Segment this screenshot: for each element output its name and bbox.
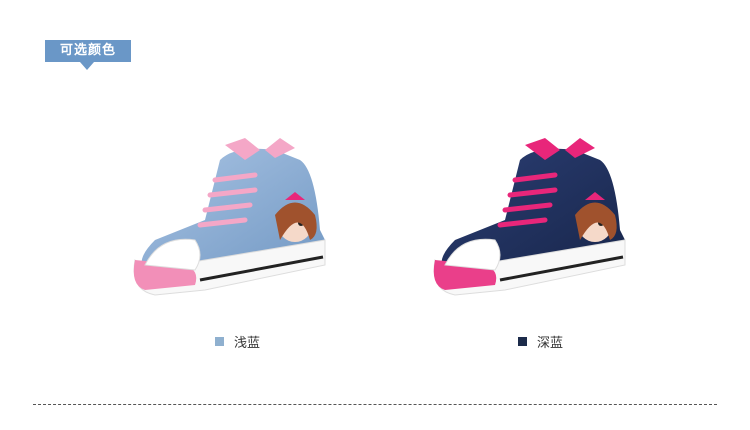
shoe-illustration-dark-blue [433, 138, 626, 296]
tag-pointer [80, 62, 94, 70]
shoe-image-dark-blue[interactable] [425, 120, 635, 320]
shoe-illustration-light-blue [133, 138, 326, 296]
variant-dark-blue[interactable]: 深蓝 [518, 332, 563, 351]
color-swatch-dark-blue [518, 337, 527, 346]
color-swatch-light-blue [215, 337, 224, 346]
variant-light-blue[interactable]: 浅蓝 [215, 332, 260, 351]
shoe-image-light-blue[interactable] [125, 120, 335, 320]
variant-label-dark-blue: 深蓝 [537, 336, 564, 351]
variant-label-light-blue: 浅蓝 [234, 336, 261, 351]
dashed-divider [33, 404, 717, 405]
available-colors-tag: 可选颜色 [45, 40, 131, 62]
